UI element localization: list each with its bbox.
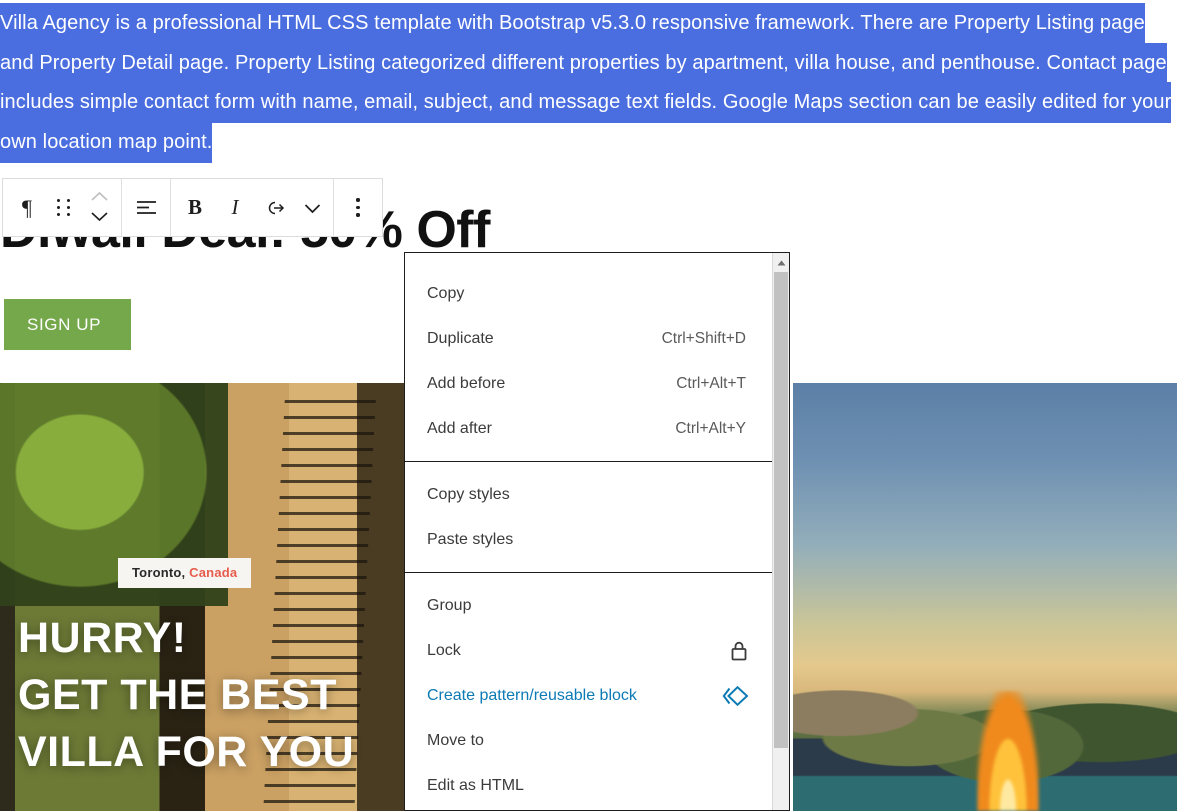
menu-item-shortcut: Ctrl+Shift+D xyxy=(661,329,746,347)
menu-item-group[interactable]: Group xyxy=(405,583,772,628)
lock-icon xyxy=(720,639,750,663)
sign-up-button[interactable]: SIGN UP xyxy=(4,299,131,350)
chevron-down-icon[interactable] xyxy=(90,209,109,227)
paragraph-block-type-button[interactable]: ¶ xyxy=(7,179,47,236)
chevron-up-icon[interactable] xyxy=(90,189,109,207)
bold-button[interactable]: B xyxy=(175,179,215,236)
scrollbar-thumb[interactable] xyxy=(774,272,788,748)
scroll-up-button[interactable] xyxy=(773,253,789,270)
drag-handle-button[interactable] xyxy=(47,179,81,236)
badge-city-label: Toronto, xyxy=(132,565,186,580)
menu-item-label: Paste styles xyxy=(427,530,514,548)
menu-item-shortcut: Ctrl+Alt+T xyxy=(676,374,746,392)
menu-item-move-to[interactable]: Move to xyxy=(405,718,772,763)
chevron-down-icon xyxy=(303,202,322,214)
toolbar-group-align xyxy=(122,179,171,236)
badge-country-label: Canada xyxy=(185,565,238,580)
location-badge: Toronto, Canada xyxy=(118,558,252,588)
link-button[interactable] xyxy=(255,179,295,236)
block-options-context-menu[interactable]: Copy Duplicate Ctrl+Shift+D Add before Ctrl+… xyxy=(404,252,790,811)
menu-item-copy[interactable]: Copy xyxy=(405,271,772,316)
block-options-button[interactable] xyxy=(338,179,378,236)
block-toolbar[interactable]: ¶ B I xyxy=(2,178,383,237)
toolbar-group-format: B I xyxy=(171,179,334,236)
menu-item-label: Move to xyxy=(427,731,484,749)
align-text-button[interactable] xyxy=(126,179,166,236)
bold-icon: B xyxy=(187,195,202,219)
selected-paragraph-text: Villa Agency is a professional HTML CSS … xyxy=(0,3,1172,163)
pilcrow-icon: ¶ xyxy=(22,194,32,220)
menu-item-add-before[interactable]: Add before Ctrl+Alt+T xyxy=(405,361,772,406)
menu-item-shortcut: Ctrl+Alt+Y xyxy=(675,419,746,437)
triangle-up-icon xyxy=(777,253,786,271)
menu-item-label: Lock xyxy=(427,641,461,659)
italic-icon: I xyxy=(231,195,239,219)
menu-item-label: Add before xyxy=(427,374,506,392)
menu-item-copy-styles[interactable]: Copy styles xyxy=(405,472,772,517)
selected-paragraph-block[interactable]: Villa Agency is a professional HTML CSS … xyxy=(0,3,1177,163)
menu-item-label: Copy styles xyxy=(427,485,510,503)
menu-item-create-pattern-reusable-block[interactable]: Create pattern/reusable block xyxy=(405,673,772,718)
hero-image-right[interactable] xyxy=(793,383,1177,811)
context-menu-items: Copy Duplicate Ctrl+Shift+D Add before Ctrl+… xyxy=(405,253,772,810)
menu-item-label: Add after xyxy=(427,419,492,437)
hero-headline: HURRY! GET THE BEST VILLA FOR YOU xyxy=(18,614,355,776)
drag-dots-icon xyxy=(57,199,71,216)
menu-item-edit-as-html[interactable]: Edit as HTML xyxy=(405,763,772,808)
toolbar-group-options xyxy=(334,179,382,236)
menu-item-label: Duplicate xyxy=(427,329,494,347)
menu-item-label: Group xyxy=(427,596,472,614)
menu-item-paste-styles[interactable]: Paste styles xyxy=(405,517,772,562)
menu-item-label: Create pattern/reusable block xyxy=(427,686,637,704)
menu-item-lock[interactable]: Lock xyxy=(405,628,772,673)
more-rich-text-button[interactable] xyxy=(295,179,329,236)
context-menu-section: Copy Duplicate Ctrl+Shift+D Add before Ctrl+… xyxy=(405,261,772,461)
vertical-ellipsis-icon xyxy=(356,198,360,217)
menu-item-add-after[interactable]: Add after Ctrl+Alt+Y xyxy=(405,406,772,451)
reusable-block-icon xyxy=(720,685,750,707)
link-icon xyxy=(263,199,287,217)
align-left-icon xyxy=(134,198,159,217)
context-menu-section: Group Lock Create pattern/reusable block Mo… xyxy=(405,572,772,810)
menu-item-label: Edit as HTML xyxy=(427,776,524,794)
context-menu-scrollbar[interactable] xyxy=(772,253,789,810)
context-menu-section: Copy styles Paste styles xyxy=(405,461,772,572)
menu-item-label: Copy xyxy=(427,284,465,302)
toolbar-group-block: ¶ xyxy=(3,179,122,236)
italic-button[interactable]: I xyxy=(215,179,255,236)
move-block-stepper[interactable] xyxy=(81,179,117,236)
menu-item-duplicate[interactable]: Duplicate Ctrl+Shift+D xyxy=(405,316,772,361)
fire-feature-artwork xyxy=(977,691,1039,811)
